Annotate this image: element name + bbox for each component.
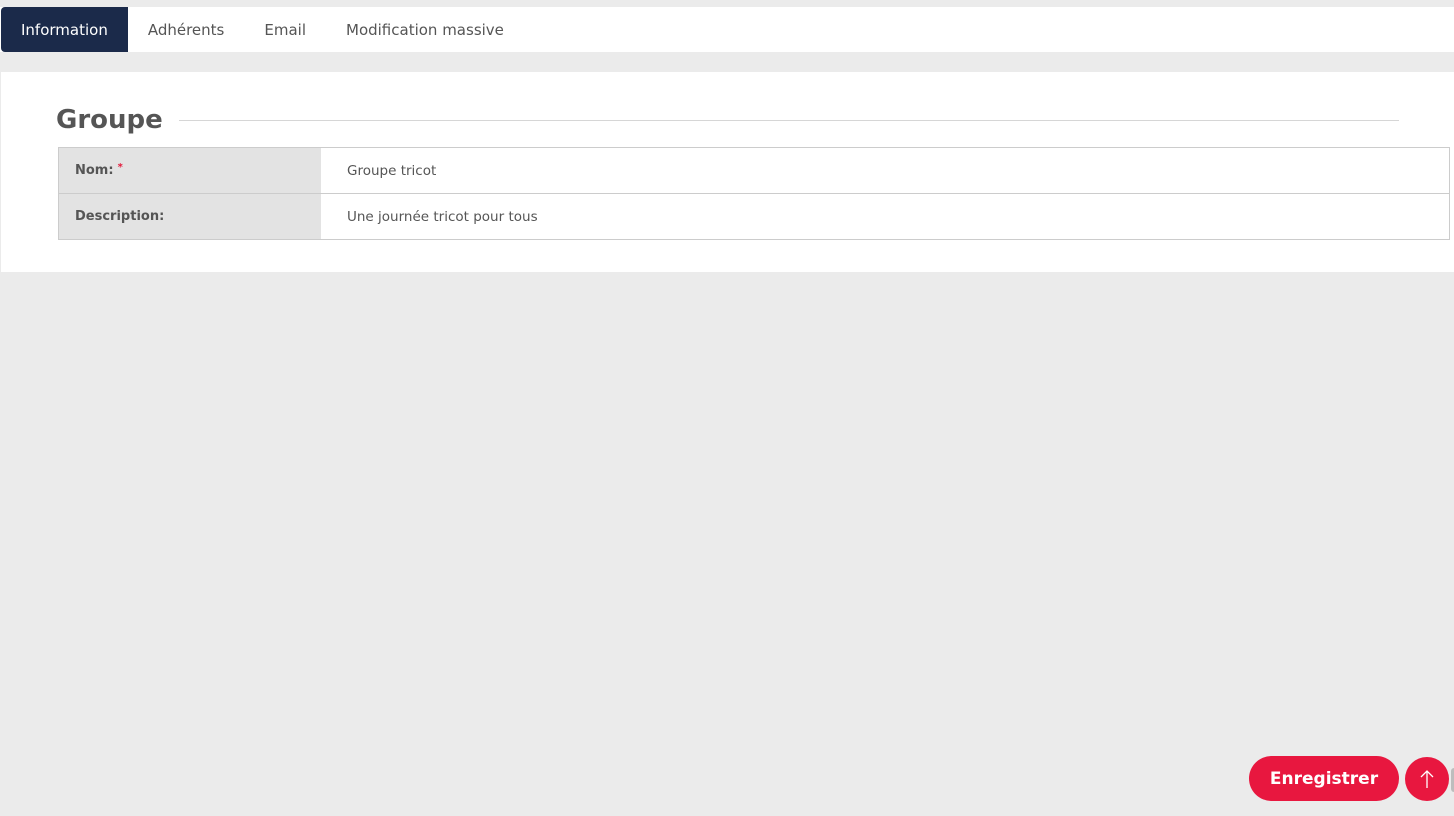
save-button[interactable]: Enregistrer [1249,756,1399,801]
tab-email[interactable]: Email [244,7,326,52]
section-header: Groupe [56,102,1399,138]
group-form-table: Nom: * Groupe tricot Description: Une jo… [58,147,1450,240]
tab-adherents[interactable]: Adhérents [128,7,245,52]
nom-label-text: Nom: [75,163,114,178]
tab-modification-massive[interactable]: Modification massive [326,7,524,52]
form-row-description: Description: Une journée tricot pour tou… [59,193,1449,239]
form-row-nom: Nom: * Groupe tricot [59,148,1449,193]
nom-label: Nom: * [59,148,321,193]
tab-bar: Information Adhérents Email Modification… [0,7,1454,52]
section-divider [178,119,1399,121]
description-field[interactable]: Une journée tricot pour tous [321,194,1449,239]
required-mark: * [117,162,123,173]
section-title: Groupe [56,105,163,135]
nom-field[interactable]: Groupe tricot [321,148,1449,193]
description-label-text: Description: [75,209,165,224]
description-label: Description: [59,194,321,239]
scroll-top-button[interactable] [1405,757,1449,801]
tab-information[interactable]: Information [1,7,128,52]
group-info-panel: Groupe Nom: * Groupe tricot Description:… [1,72,1454,272]
arrow-up-icon [1420,770,1434,788]
